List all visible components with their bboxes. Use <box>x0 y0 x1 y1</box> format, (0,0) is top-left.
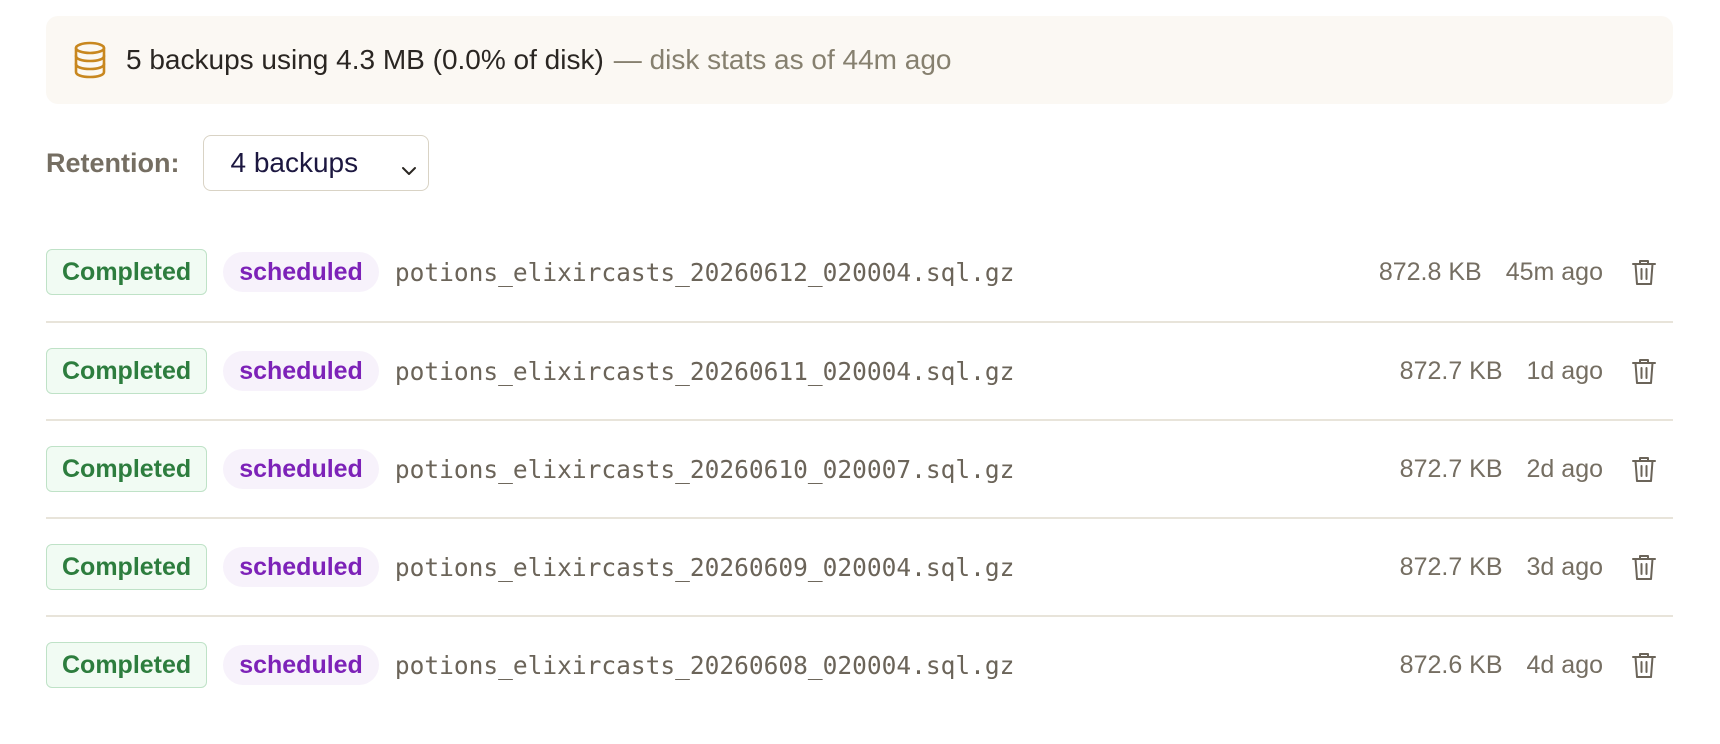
status-badge: Completed <box>46 446 208 492</box>
backup-size: 872.7 KB <box>1399 552 1503 581</box>
backup-filename: potions_elixircasts_20260611_020004.sql.… <box>394 356 1015 386</box>
backup-row: Completed scheduled potions_elixircasts_… <box>46 419 1673 517</box>
database-icon <box>72 41 108 79</box>
status-badge: Completed <box>46 642 208 688</box>
backup-list: Completed scheduled potions_elixircasts_… <box>46 223 1673 713</box>
status-badge: Completed <box>46 544 208 590</box>
trigger-badge: scheduled <box>223 547 379 587</box>
backup-row: Completed scheduled potions_elixircasts_… <box>46 321 1673 419</box>
retention-select-value: 4 backups <box>230 147 359 178</box>
backup-filename: potions_elixircasts_20260608_020004.sql.… <box>394 650 1015 680</box>
backup-summary-banner: 5 backups using 4.3 MB (0.0% of disk) — … <box>46 16 1673 104</box>
backup-meta: 872.7 KB 2d ago <box>1400 421 1673 517</box>
chevron-down-icon <box>400 155 418 175</box>
delete-backup-button[interactable] <box>1629 454 1659 484</box>
backup-age: 4d ago <box>1526 650 1603 679</box>
delete-backup-button[interactable] <box>1629 552 1659 582</box>
trash-icon <box>1632 359 1656 384</box>
backup-age: 3d ago <box>1526 552 1603 581</box>
backup-meta: 872.6 KB 4d ago <box>1400 617 1673 713</box>
backup-filename: potions_elixircasts_20260609_020004.sql.… <box>394 552 1015 582</box>
backup-summary-text: 5 backups using 4.3 MB (0.0% of disk) <box>126 44 604 75</box>
retention-label: Retention: <box>46 147 180 178</box>
disk-stats-timestamp: — disk stats as of 44m ago <box>613 44 952 75</box>
backup-row: Completed scheduled potions_elixircasts_… <box>46 517 1673 615</box>
backup-size: 872.7 KB <box>1399 454 1503 483</box>
backup-age: 2d ago <box>1526 454 1603 483</box>
backup-size: 872.7 KB <box>1399 356 1503 385</box>
backup-meta: 872.7 KB 3d ago <box>1400 519 1673 615</box>
backup-meta: 872.8 KB 45m ago <box>1379 223 1673 321</box>
backup-filename: potions_elixircasts_20260612_020004.sql.… <box>394 257 1015 287</box>
status-badge: Completed <box>46 348 208 394</box>
delete-backup-button[interactable] <box>1629 356 1659 386</box>
trigger-badge: scheduled <box>223 351 379 391</box>
retention-control: Retention: 4 backups <box>46 135 430 191</box>
backup-meta: 872.7 KB 1d ago <box>1400 323 1673 419</box>
status-badge: Completed <box>46 249 208 295</box>
backups-panel: 5 backups using 4.3 MB (0.0% of disk) — … <box>0 0 1720 744</box>
backup-row: Completed scheduled potions_elixircasts_… <box>46 615 1673 713</box>
backup-age: 45m ago <box>1505 257 1603 286</box>
trigger-badge: scheduled <box>223 252 379 292</box>
backup-size: 872.6 KB <box>1399 650 1503 679</box>
trash-icon <box>1632 457 1656 482</box>
retention-select[interactable]: 4 backups <box>203 135 430 191</box>
backup-row: Completed scheduled potions_elixircasts_… <box>46 223 1673 321</box>
trash-icon <box>1632 260 1656 285</box>
backup-size: 872.8 KB <box>1378 257 1482 286</box>
delete-backup-button[interactable] <box>1629 257 1659 287</box>
backup-filename: potions_elixircasts_20260610_020007.sql.… <box>394 454 1015 484</box>
delete-backup-button[interactable] <box>1629 650 1659 680</box>
trash-icon <box>1632 653 1656 678</box>
trash-icon <box>1632 555 1656 580</box>
trigger-badge: scheduled <box>223 645 379 685</box>
trigger-badge: scheduled <box>223 449 379 489</box>
backup-age: 1d ago <box>1526 356 1603 385</box>
